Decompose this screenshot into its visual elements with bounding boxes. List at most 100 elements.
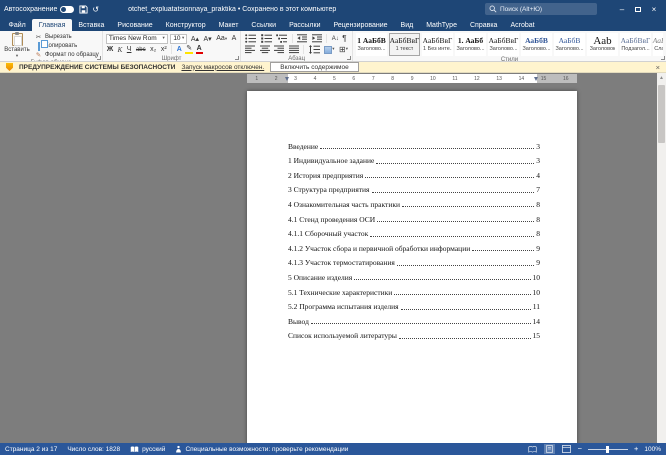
search-input[interactable]: Поиск (Alt+Ю) [485,3,597,15]
indent-marker-icon[interactable] [285,77,289,81]
toc-entry[interactable]: 4.1.3 Участок термостатирования9 [288,253,540,268]
strikethrough-button[interactable]: abc [135,47,147,53]
superscript-button[interactable]: x² [160,46,168,53]
word-count[interactable]: Число слов: 1828 [67,446,120,453]
style-chip[interactable]: АаБбВвГПодзагол... [620,33,651,56]
font-dialog-launcher-icon[interactable] [235,56,239,60]
justify-button[interactable] [288,45,300,54]
close-button[interactable]: × [646,0,662,18]
font-color-button[interactable]: А [196,45,203,55]
tab-view[interactable]: Вид [394,19,420,31]
tab-help[interactable]: Справка [463,19,503,31]
borders-button[interactable]: ⊞▾ [338,46,349,54]
grow-font-button[interactable]: А▴ [190,35,200,43]
document-page[interactable]: Введение3 1 Индивидуальное задание3 2 Ис… [247,91,577,443]
subscript-button[interactable]: x₂ [149,46,157,53]
save-button[interactable] [79,5,88,14]
tab-references[interactable]: Ссылки [245,19,283,31]
style-chip[interactable]: АаБбВЗаголово... [554,33,585,56]
style-chip[interactable]: АаБбВвГЗаголово... [488,33,519,56]
toc-entry[interactable]: 5.1 Технические характеристики10 [288,282,540,297]
document-canvas[interactable]: 12 34 56 78 910 1112 1314 1516 Введение3… [0,73,666,443]
tab-layout[interactable]: Макет [212,19,245,31]
scrollbar-thumb[interactable] [658,85,665,143]
multilevel-list-button[interactable] [275,34,288,43]
style-chip-selected[interactable]: АаБбВвГ1 текст [389,33,420,56]
right-indent-marker-icon[interactable] [534,77,538,81]
styles-dialog-launcher-icon[interactable] [661,56,665,60]
change-case-button[interactable]: Аа▾ [215,35,228,42]
style-chip[interactable]: АаБбВвГгСлабое в... [653,33,663,56]
decrease-indent-button[interactable] [296,34,308,43]
align-right-button[interactable] [273,45,285,54]
tab-file[interactable]: Файл [2,19,32,31]
tab-mailings[interactable]: Рассылки [283,19,327,31]
toc-entry[interactable]: 3 Структура предприятия7 [288,180,540,195]
toc-entry[interactable]: Вывод14 [288,311,540,326]
undo-button[interactable]: ↺ [92,5,99,14]
underline-button[interactable]: Ч [126,46,133,53]
language-indicator[interactable]: русский [130,446,165,453]
tab-draw[interactable]: Рисование [111,19,159,31]
tab-acrobat[interactable]: Acrobat [504,19,541,31]
style-chip[interactable]: 1 АаБбВЗаголово... [356,33,387,56]
align-left-button[interactable] [244,45,256,54]
italic-button[interactable]: К [117,46,124,54]
copy-button[interactable]: Копировать [34,43,99,50]
style-chip[interactable]: АаБбВвГ1 Без инте... [422,33,453,56]
toc-entry[interactable]: 4.1.1 Сборочный участок8 [288,224,540,239]
scroll-up-icon[interactable]: ▲ [659,73,664,81]
font-size-select[interactable]: 10▾ [170,34,187,44]
zoom-in-button[interactable]: + [634,445,638,453]
web-layout-button[interactable] [561,444,572,454]
tab-review[interactable]: Рецензирование [327,19,394,31]
increase-indent-button[interactable] [311,34,323,43]
bold-button[interactable]: Ж [106,46,114,53]
zoom-level[interactable]: 100% [644,446,661,453]
style-chip[interactable]: AabЗаголовок [587,33,618,56]
bullet-list-button[interactable] [244,34,257,43]
clear-formatting-button[interactable]: А [231,35,238,42]
toc-entry[interactable]: 5.2 Программа испытания изделия11 [288,297,540,312]
numbered-list-button[interactable] [260,34,273,43]
toc-entry[interactable]: 5 Описание изделия10 [288,267,540,282]
toc-entry[interactable]: 4.1.2 Участок сбора и первичной обработк… [288,238,540,253]
toc-entry[interactable]: 4 Ознакомительная часть практики8 [288,194,540,209]
page-indicator[interactable]: Страница 2 из 17 [5,446,57,453]
toc-entry[interactable]: 4.1 Стенд проведения ОСИ8 [288,209,540,224]
tab-home[interactable]: Главная [32,19,72,31]
paragraph-dialog-launcher-icon[interactable] [347,56,351,60]
warning-close-icon[interactable]: × [656,63,660,72]
clipboard-dialog-launcher-icon[interactable] [97,56,101,60]
zoom-slider-thumb[interactable] [606,446,609,453]
vertical-scrollbar[interactable]: ▲ [657,73,666,443]
align-center-button[interactable] [259,45,271,54]
autosave-toggle[interactable]: Автосохранение [4,6,74,13]
shrink-font-button[interactable]: А▾ [203,35,213,43]
text-effects-button[interactable]: А [176,46,183,53]
show-formatting-marks-button[interactable]: ¶ [342,35,346,43]
paste-button[interactable]: Вставить ▾ [3,33,31,59]
toc-entry[interactable]: Введение3 [288,136,540,151]
shading-button[interactable]: ▾ [323,46,335,54]
maximize-button[interactable] [630,0,646,18]
zoom-out-button[interactable]: − [578,445,582,453]
toc-entry[interactable]: 1 Индивидуальное задание3 [288,151,540,166]
sort-button[interactable]: А↓ [331,36,340,42]
style-chip[interactable]: АаБбВЗаголово... [521,33,552,56]
highlight-color-button[interactable]: ✎ [185,45,193,55]
print-layout-button[interactable] [544,444,555,454]
read-mode-button[interactable] [527,444,538,454]
horizontal-ruler[interactable]: 12 34 56 78 910 1112 1314 1516 [247,74,577,83]
format-painter-button[interactable]: ✎ Формат по образцу [34,51,99,59]
tab-design[interactable]: Конструктор [159,19,212,31]
zoom-slider[interactable] [588,449,628,450]
font-family-select[interactable]: Times New Rom▾ [106,34,168,44]
tab-mathtype[interactable]: MathType [420,19,464,31]
toc-entry[interactable]: Список используемой литературы15 [288,326,540,341]
accessibility-status[interactable]: Специальные возможности: проверьте реком… [175,445,348,453]
minimize-button[interactable]: – [614,0,630,18]
tab-insert[interactable]: Вставка [72,19,111,31]
style-chip[interactable]: 1. АаБбЗаголово... [455,33,486,56]
line-spacing-button[interactable] [308,45,321,54]
